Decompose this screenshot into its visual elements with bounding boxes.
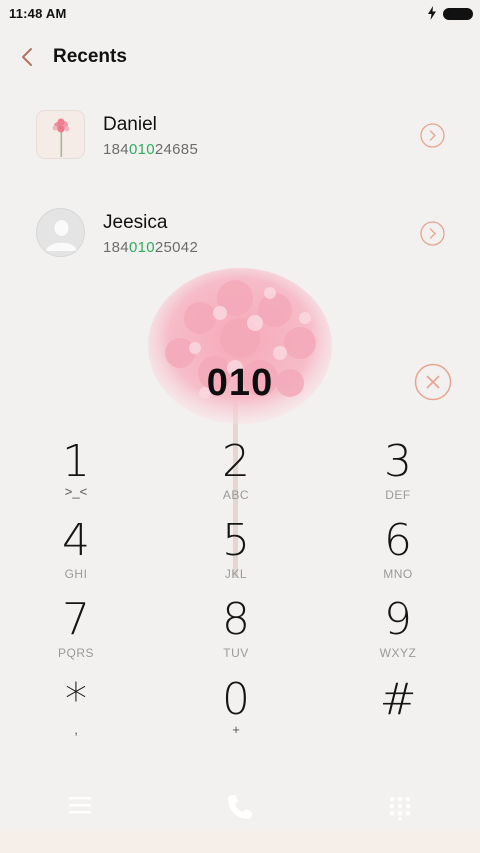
avatar (36, 110, 85, 159)
key-4[interactable]: 4 GHI (16, 517, 136, 593)
key-8[interactable]: 8 TUV (176, 596, 296, 672)
contact-number: 18401025042 (103, 239, 199, 256)
key-letters: MNO (383, 567, 413, 581)
key-letters: , (74, 722, 78, 737)
chevron-left-icon[interactable] (18, 46, 38, 68)
key-1[interactable]: 1 >_< (16, 438, 136, 514)
default-person-icon (37, 209, 84, 256)
chevron-right-circle-icon[interactable] (420, 221, 445, 246)
status-time: 11:48 AM (9, 6, 67, 21)
key-letters: >_< (64, 484, 88, 499)
key-letters: + (232, 722, 240, 737)
key-letters: PQRS (57, 646, 94, 660)
key-digit: 2 (222, 436, 250, 487)
header: Recents (0, 34, 480, 80)
recent-contact-row[interactable]: Daniel 18401024685 (0, 100, 480, 170)
key-digit: 6 (384, 515, 412, 566)
key-letters: GHI (64, 567, 88, 581)
menu-icon[interactable] (69, 796, 91, 814)
contact-name: Jeesica (103, 212, 168, 233)
contact-name: Daniel (103, 114, 157, 135)
key-0[interactable]: 0 + (176, 676, 296, 752)
key-digit: 7 (62, 594, 90, 645)
key-letters: TUV (223, 646, 249, 660)
chevron-right-circle-icon[interactable] (420, 123, 445, 148)
footer-strip (0, 831, 480, 853)
dialed-number-display: 010 (206, 362, 274, 404)
key-digit: * (65, 674, 87, 725)
bottom-bar (0, 780, 480, 830)
close-circle-icon[interactable] (414, 363, 452, 401)
dialpad-icon[interactable] (389, 796, 411, 820)
key-star[interactable]: * , (16, 676, 136, 752)
key-9[interactable]: 9 WXYZ (338, 596, 458, 672)
key-letters: WXYZ (379, 646, 417, 660)
key-digit: 1 (62, 436, 90, 487)
flower-photo-icon (37, 111, 84, 158)
charging-bolt-icon (428, 6, 436, 20)
key-5[interactable]: 5 JKL (176, 517, 296, 593)
key-letters: DEF (385, 488, 411, 502)
phone-call-icon[interactable] (225, 792, 255, 822)
key-3[interactable]: 3 DEF (338, 438, 458, 514)
key-digit: # (379, 674, 417, 725)
key-letters: ABC (222, 488, 250, 502)
key-digit: 8 (222, 594, 250, 645)
key-digit: 4 (62, 515, 90, 566)
key-6[interactable]: 6 MNO (338, 517, 458, 593)
page-title: Recents (53, 46, 127, 67)
key-7[interactable]: 7 PQRS (16, 596, 136, 672)
number-match-highlight: 010 (128, 239, 155, 256)
contact-number: 18401024685 (103, 141, 199, 158)
key-hash[interactable]: # (338, 676, 458, 752)
key-digit: 9 (384, 594, 412, 645)
key-digit: 3 (384, 436, 412, 487)
status-bar: 11:48 AM (0, 0, 480, 28)
avatar (36, 208, 85, 257)
key-digit: 0 (222, 674, 250, 725)
battery-full-icon (443, 8, 473, 20)
key-digit: 5 (222, 515, 250, 566)
number-match-highlight: 010 (128, 141, 155, 158)
key-2[interactable]: 2 ABC (176, 438, 296, 514)
key-letters: JKL (224, 567, 248, 581)
